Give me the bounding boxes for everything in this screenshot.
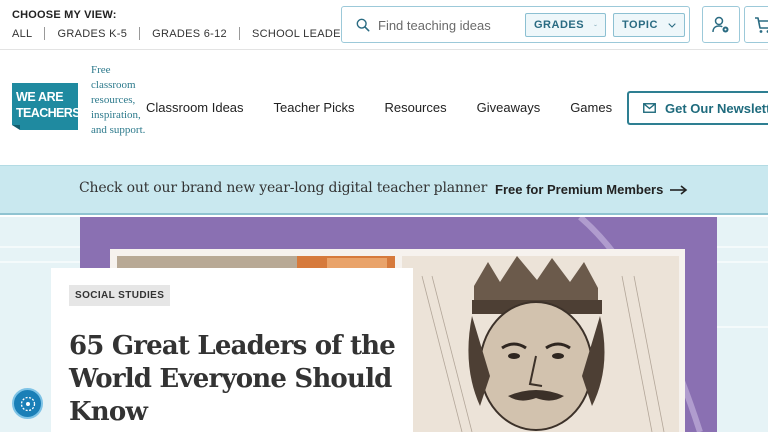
help-bubble-icon — [20, 396, 35, 411]
view-link-grades-k5[interactable]: GRADES K-5 — [57, 28, 127, 40]
nav-menu: Classroom Ideas Teacher Picks Resources … — [146, 100, 642, 115]
choose-view-label: CHOOSE MY VIEW: — [12, 9, 117, 21]
grades-dropdown[interactable]: GRADES — [525, 13, 606, 37]
logo-line-1: WE ARE — [16, 90, 63, 104]
promo-link[interactable]: Free for Premium Members — [495, 182, 688, 197]
logo-line-2: TEACHERS — [16, 106, 78, 120]
newsletter-button[interactable]: Get Our Newsletter — [627, 91, 768, 125]
search-box: GRADES TOPIC — [341, 6, 690, 43]
envelope-icon — [643, 103, 656, 113]
topic-dropdown[interactable]: TOPIC — [613, 13, 685, 37]
grade-view-links: ALL GRADES K-5 GRADES 6-12 SCHOOL LEADER… — [12, 27, 357, 40]
help-button[interactable] — [12, 388, 43, 419]
we-are-teachers-logo[interactable]: WE ARE TEACHERS — [12, 83, 78, 130]
search-icon[interactable] — [356, 18, 370, 32]
divider — [139, 27, 141, 40]
view-link-all[interactable]: ALL — [12, 28, 32, 40]
category-badge[interactable]: SOCIAL STUDIES — [69, 285, 171, 306]
nav-item-resources[interactable]: Resources — [384, 100, 446, 115]
nav-item-classroom-ideas[interactable]: Classroom Ideas — [146, 100, 244, 115]
article-title[interactable]: 65 Great Leaders of the World Everyone S… — [69, 330, 399, 429]
site-tagline: Free classroom resources, inspiration, a… — [91, 64, 146, 136]
chevron-down-icon — [668, 22, 676, 28]
view-link-grades-6-12[interactable]: GRADES 6-12 — [152, 28, 227, 40]
nav-item-games[interactable]: Games — [570, 100, 612, 115]
cart-button[interactable] — [744, 6, 768, 43]
arrow-right-icon — [670, 184, 688, 195]
main-navigation: WE ARE TEACHERS Free classroom resources… — [0, 51, 768, 165]
hero-portrait-image — [402, 256, 679, 432]
promo-text: Check out our brand new year-long digita… — [79, 180, 488, 196]
divider — [44, 27, 46, 40]
divider — [238, 27, 240, 40]
topic-dropdown-label: TOPIC — [622, 19, 658, 31]
newsletter-button-label: Get Our Newsletter — [665, 100, 768, 116]
grades-dropdown-label: GRADES — [534, 19, 585, 31]
cart-icon — [755, 16, 768, 33]
nav-item-giveaways[interactable]: Giveaways — [477, 100, 541, 115]
promo-link-label: Free for Premium Members — [495, 182, 664, 197]
search-input[interactable] — [378, 15, 518, 35]
promo-banner: Check out our brand new year-long digita… — [0, 165, 768, 215]
utility-bar: CHOOSE MY VIEW: ALL GRADES K-5 GRADES 6-… — [0, 0, 768, 50]
account-settings-icon — [712, 16, 729, 32]
chevron-down-icon — [594, 24, 597, 26]
nav-item-teacher-picks[interactable]: Teacher Picks — [274, 100, 355, 115]
featured-article-card[interactable]: SOCIAL STUDIES 65 Great Leaders of the W… — [51, 268, 413, 432]
account-button[interactable] — [702, 6, 740, 43]
